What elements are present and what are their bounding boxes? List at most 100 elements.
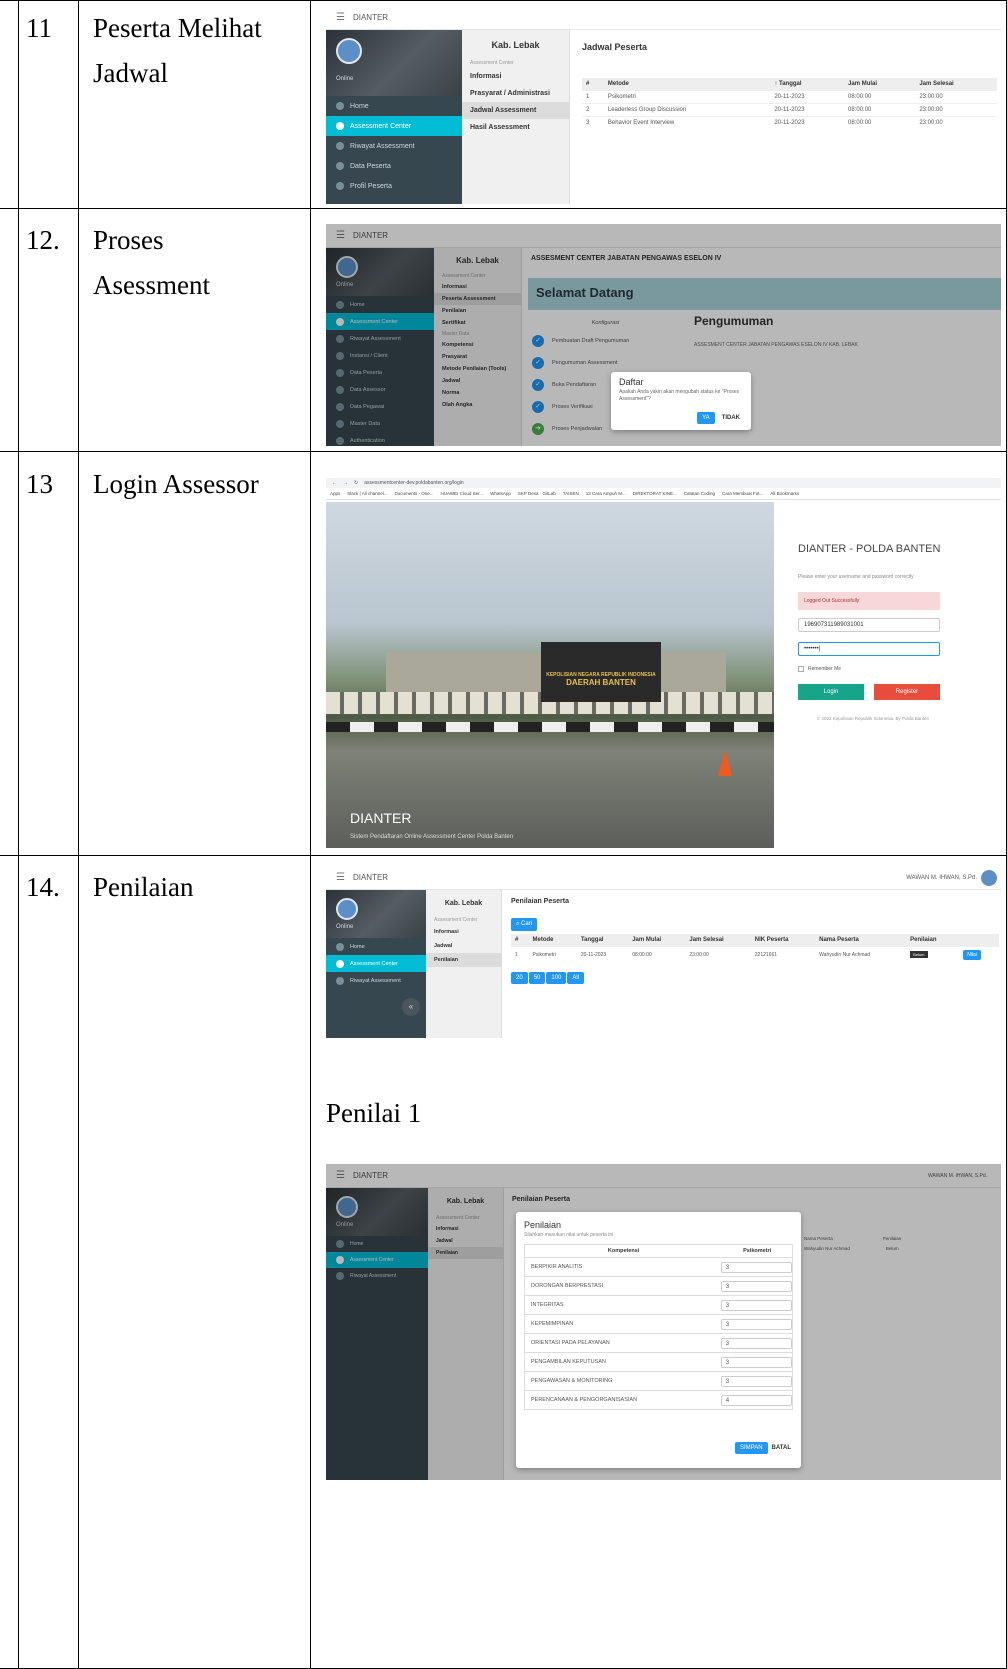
bookmark[interactable]: Catatan Coding bbox=[684, 491, 715, 496]
sidebar-item-riwayat[interactable]: Riwayat Assessment bbox=[326, 136, 462, 156]
column-header[interactable]: Penilaian bbox=[906, 934, 960, 947]
search-button[interactable]: ⌕ Cari bbox=[511, 918, 538, 931]
sidebar-item-home[interactable]: Home bbox=[326, 938, 426, 955]
monument-sign: KEPOLISIAN NEGARA REPUBLIK INDONESIA DAE… bbox=[541, 642, 661, 702]
dialog-title: Daftar bbox=[619, 377, 644, 387]
row-title: Penilaian bbox=[93, 872, 194, 902]
menu-icon[interactable]: ☰ bbox=[336, 12, 345, 23]
yes-button[interactable]: YA bbox=[697, 412, 715, 424]
table-cell: 1 bbox=[582, 90, 604, 104]
score-select[interactable]: 3 bbox=[720, 1337, 792, 1349]
sidebar-item-label: Riwayat Assessment bbox=[350, 142, 415, 150]
password-field[interactable]: •••••••| bbox=[798, 642, 940, 656]
sign-text: DAERAH BANTEN bbox=[566, 678, 636, 687]
cancel-button[interactable]: BATAL bbox=[772, 1445, 791, 1451]
bookmark[interactable]: SKP Desa · GitLab bbox=[518, 491, 556, 496]
submenu-item-jadwal[interactable]: Jadwal Assessment bbox=[462, 102, 569, 119]
submenu-item-penilaian[interactable]: Penilaian bbox=[426, 953, 501, 967]
table-cell: 22121661 bbox=[750, 946, 816, 963]
column-header[interactable]: Jam Mulai bbox=[844, 78, 916, 91]
score-select[interactable]: 3 bbox=[720, 1299, 792, 1311]
back-icon[interactable]: ← bbox=[332, 480, 337, 486]
submenu-item-informasi[interactable]: Informasi bbox=[462, 68, 569, 85]
forward-icon[interactable]: → bbox=[343, 480, 348, 486]
bookmark[interactable]: Documents - One... bbox=[394, 491, 433, 496]
online-status: Online bbox=[336, 924, 354, 930]
screenshot-penilaian-peserta: ☰ DIANTER WAWAN M. IHWAN, S.Pd. Online H… bbox=[326, 866, 1001, 1038]
column-header[interactable]: Nama Peserta bbox=[815, 934, 907, 947]
bookmark[interactable]: Cara Membuat Fot... bbox=[722, 491, 763, 496]
sidebar-item-assessment-center[interactable]: Assessment Center bbox=[326, 116, 462, 136]
sidebar-item-home[interactable]: Home bbox=[326, 96, 462, 116]
col-divider bbox=[78, 0, 79, 1669]
col-divider bbox=[310, 0, 311, 1669]
row-number: 14. bbox=[26, 872, 60, 902]
reload-icon[interactable]: ↻ bbox=[354, 480, 358, 486]
criteria-name: KEPEMIMPINAN bbox=[531, 1321, 574, 1327]
score-select[interactable]: 3 bbox=[720, 1261, 792, 1273]
page-size-button[interactable]: 100 bbox=[546, 972, 567, 984]
bookmark[interactable]: Apps bbox=[330, 491, 340, 496]
avatar[interactable] bbox=[981, 870, 997, 886]
sidebar-item-data-peserta[interactable]: Data Peserta bbox=[326, 156, 462, 176]
bookmark[interactable]: DIREKTORAT KINE... bbox=[633, 491, 677, 496]
page-size-button[interactable]: 20 bbox=[511, 972, 528, 984]
sidebar-item-label: Assessment Center bbox=[350, 960, 398, 967]
sidebar-item-profil[interactable]: Profil Peserta bbox=[326, 176, 462, 196]
sidebar-item-assessment-center[interactable]: Assessment Center bbox=[326, 955, 426, 972]
bookmark[interactable]: WhatsApp bbox=[490, 491, 511, 496]
score-select[interactable]: 3 bbox=[720, 1318, 792, 1330]
column-header[interactable]: Tanggal bbox=[576, 934, 629, 947]
score-select[interactable]: 3 bbox=[720, 1280, 792, 1292]
table-cell: 2 bbox=[582, 103, 604, 117]
column-header[interactable]: Metode bbox=[528, 934, 577, 947]
submenu-item-jadwal[interactable]: Jadwal bbox=[426, 939, 501, 953]
score-select[interactable]: 4 bbox=[720, 1394, 792, 1406]
submenu-caption: Assessment Center bbox=[470, 60, 514, 66]
avatar[interactable] bbox=[336, 38, 362, 64]
menu-icon[interactable]: ☰ bbox=[336, 872, 345, 883]
submenu-caption: Assessment Center bbox=[434, 917, 478, 923]
column-header[interactable]: Jam Selesai bbox=[915, 78, 997, 91]
screenshot-proses-assessment: ☰ DIANTER Online Home Assessment Center … bbox=[326, 224, 1001, 446]
column-header[interactable]: Metode bbox=[603, 78, 771, 91]
score-select[interactable]: 3 bbox=[720, 1375, 792, 1387]
nilai-button[interactable]: Nilai bbox=[963, 950, 981, 960]
submenu-item-informasi[interactable]: Informasi bbox=[426, 925, 501, 939]
criteria-row: KEPEMIMPINAN 3 bbox=[525, 1314, 792, 1333]
bookmark[interactable]: Slack | All channel... bbox=[347, 491, 387, 496]
column-header: Kompetensi bbox=[607, 1248, 640, 1254]
bookmark[interactable]: TAISEN bbox=[563, 491, 579, 496]
sidebar-item-riwayat[interactable]: Riwayat Assessment bbox=[326, 972, 426, 989]
bookmark[interactable]: All Bookmarks bbox=[770, 491, 799, 496]
submenu-item-prasyarat[interactable]: Prasyarat / Administrasi bbox=[462, 85, 569, 102]
username-field[interactable]: 196907311989031001 bbox=[798, 618, 940, 632]
register-button[interactable]: Register bbox=[874, 684, 940, 700]
table-cell: 20-11-2023 bbox=[770, 103, 845, 117]
url-field[interactable]: assessmentcenter-dev.poldabanten.org/log… bbox=[364, 480, 463, 486]
login-button[interactable]: Login bbox=[798, 684, 864, 700]
traffic-cone bbox=[718, 750, 732, 776]
bookmark[interactable]: 13 Cara Ampuh M... bbox=[586, 491, 626, 496]
column-header[interactable]: ↑ Tanggal bbox=[770, 78, 845, 91]
remember-checkbox[interactable]: Remember Me bbox=[798, 666, 841, 672]
no-button[interactable]: TIDAK bbox=[719, 412, 743, 424]
page-size-button[interactable]: 50 bbox=[528, 972, 546, 984]
page-size-button[interactable]: All bbox=[567, 972, 585, 984]
bookmark[interactable]: HUAWEI Cloud Ser... bbox=[440, 491, 483, 496]
collapse-sidebar-icon[interactable]: « bbox=[402, 998, 420, 1016]
column-header[interactable]: NIK Peserta bbox=[750, 934, 816, 947]
browser-address-bar: ← → ↻ assessmentcenter-dev.poldabanten.org… bbox=[326, 478, 1001, 488]
pagination: 20 50 100 All bbox=[511, 972, 585, 984]
save-button[interactable]: SIMPAN bbox=[734, 1442, 768, 1454]
criteria-row: PENGAWASAN & MONITORING 3 bbox=[525, 1371, 792, 1390]
column-header[interactable]: Jam Selesai bbox=[685, 934, 751, 947]
history-icon bbox=[336, 142, 344, 150]
submenu-item-hasil[interactable]: Hasil Assessment bbox=[462, 119, 569, 136]
table-cell: 23:00:00 bbox=[915, 116, 997, 129]
user-name[interactable]: WAWAN M. IHWAN, S.Pd. bbox=[906, 875, 977, 881]
avatar[interactable] bbox=[336, 898, 358, 920]
score-select[interactable]: 3 bbox=[720, 1356, 792, 1368]
sidebar-item-label: Home bbox=[350, 102, 369, 110]
column-header[interactable]: Jam Mulai bbox=[628, 934, 686, 947]
